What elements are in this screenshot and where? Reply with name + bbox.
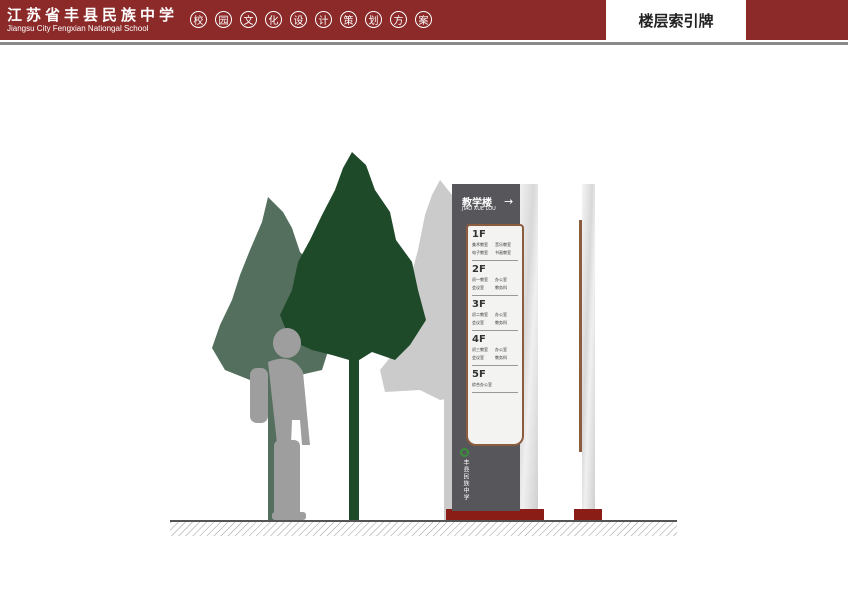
room-name: 初一教室 bbox=[472, 277, 488, 282]
floor-5: 5F 综合办公室 bbox=[468, 366, 522, 391]
room-name: 电子教室 bbox=[472, 250, 488, 255]
floor-label: 2F bbox=[472, 264, 486, 275]
room-name: 教务科 bbox=[495, 320, 507, 325]
room-name: 办公室 bbox=[495, 312, 507, 317]
floor-divider bbox=[472, 392, 518, 393]
room-name: 综合办公室 bbox=[472, 382, 492, 387]
room-name: 初二教室 bbox=[472, 312, 488, 317]
floor-index-sign: 教学楼 JIAO XUE LOU → 1F 美术教室 音乐教室 电子教室 书画教… bbox=[452, 184, 524, 511]
floor-2: 2F 初一教室 办公室 会议室 教务科 bbox=[468, 261, 522, 294]
floor-label: 3F bbox=[472, 299, 486, 310]
room-name: 音乐教室 bbox=[495, 242, 511, 247]
room-name: 办公室 bbox=[495, 277, 507, 282]
sign-side-frame bbox=[579, 220, 582, 452]
room-name: 会议室 bbox=[472, 320, 484, 325]
floor-1: 1F 美术教室 音乐教室 电子教室 书画教室 bbox=[468, 226, 522, 259]
floor-label: 1F bbox=[472, 229, 486, 240]
room-name: 初三教室 bbox=[472, 347, 488, 352]
room-name: 书画教室 bbox=[495, 250, 511, 255]
floor-label: 4F bbox=[472, 334, 486, 345]
room-name: 办公室 bbox=[495, 347, 507, 352]
floor-3: 3F 初二教室 办公室 会议室 教务科 bbox=[468, 296, 522, 329]
floor-label: 5F bbox=[472, 369, 486, 380]
floor-4: 4F 初三教室 办公室 会议室 教务科 bbox=[468, 331, 522, 364]
sign-school-name: 丰县民族中学 bbox=[462, 459, 469, 501]
room-name: 美术教室 bbox=[472, 242, 488, 247]
room-name: 会议室 bbox=[472, 285, 484, 290]
room-name: 教务科 bbox=[495, 355, 507, 360]
pine-tree bbox=[280, 152, 426, 520]
room-name: 教务科 bbox=[495, 285, 507, 290]
sign-pinyin: JIAO XUE LOU bbox=[462, 206, 496, 212]
signage-illustration bbox=[170, 152, 677, 536]
ground-hatch bbox=[170, 522, 677, 536]
room-name: 会议室 bbox=[472, 355, 484, 360]
floor-panel: 1F 美术教室 音乐教室 电子教室 书画教室 2F 初一教室 办公室 会议室 教… bbox=[466, 224, 524, 446]
school-logo-icon bbox=[460, 448, 469, 457]
side-base bbox=[574, 509, 602, 520]
sign-side-view bbox=[582, 184, 595, 511]
arrow-right-icon: → bbox=[504, 195, 514, 208]
ground-line bbox=[170, 520, 677, 522]
